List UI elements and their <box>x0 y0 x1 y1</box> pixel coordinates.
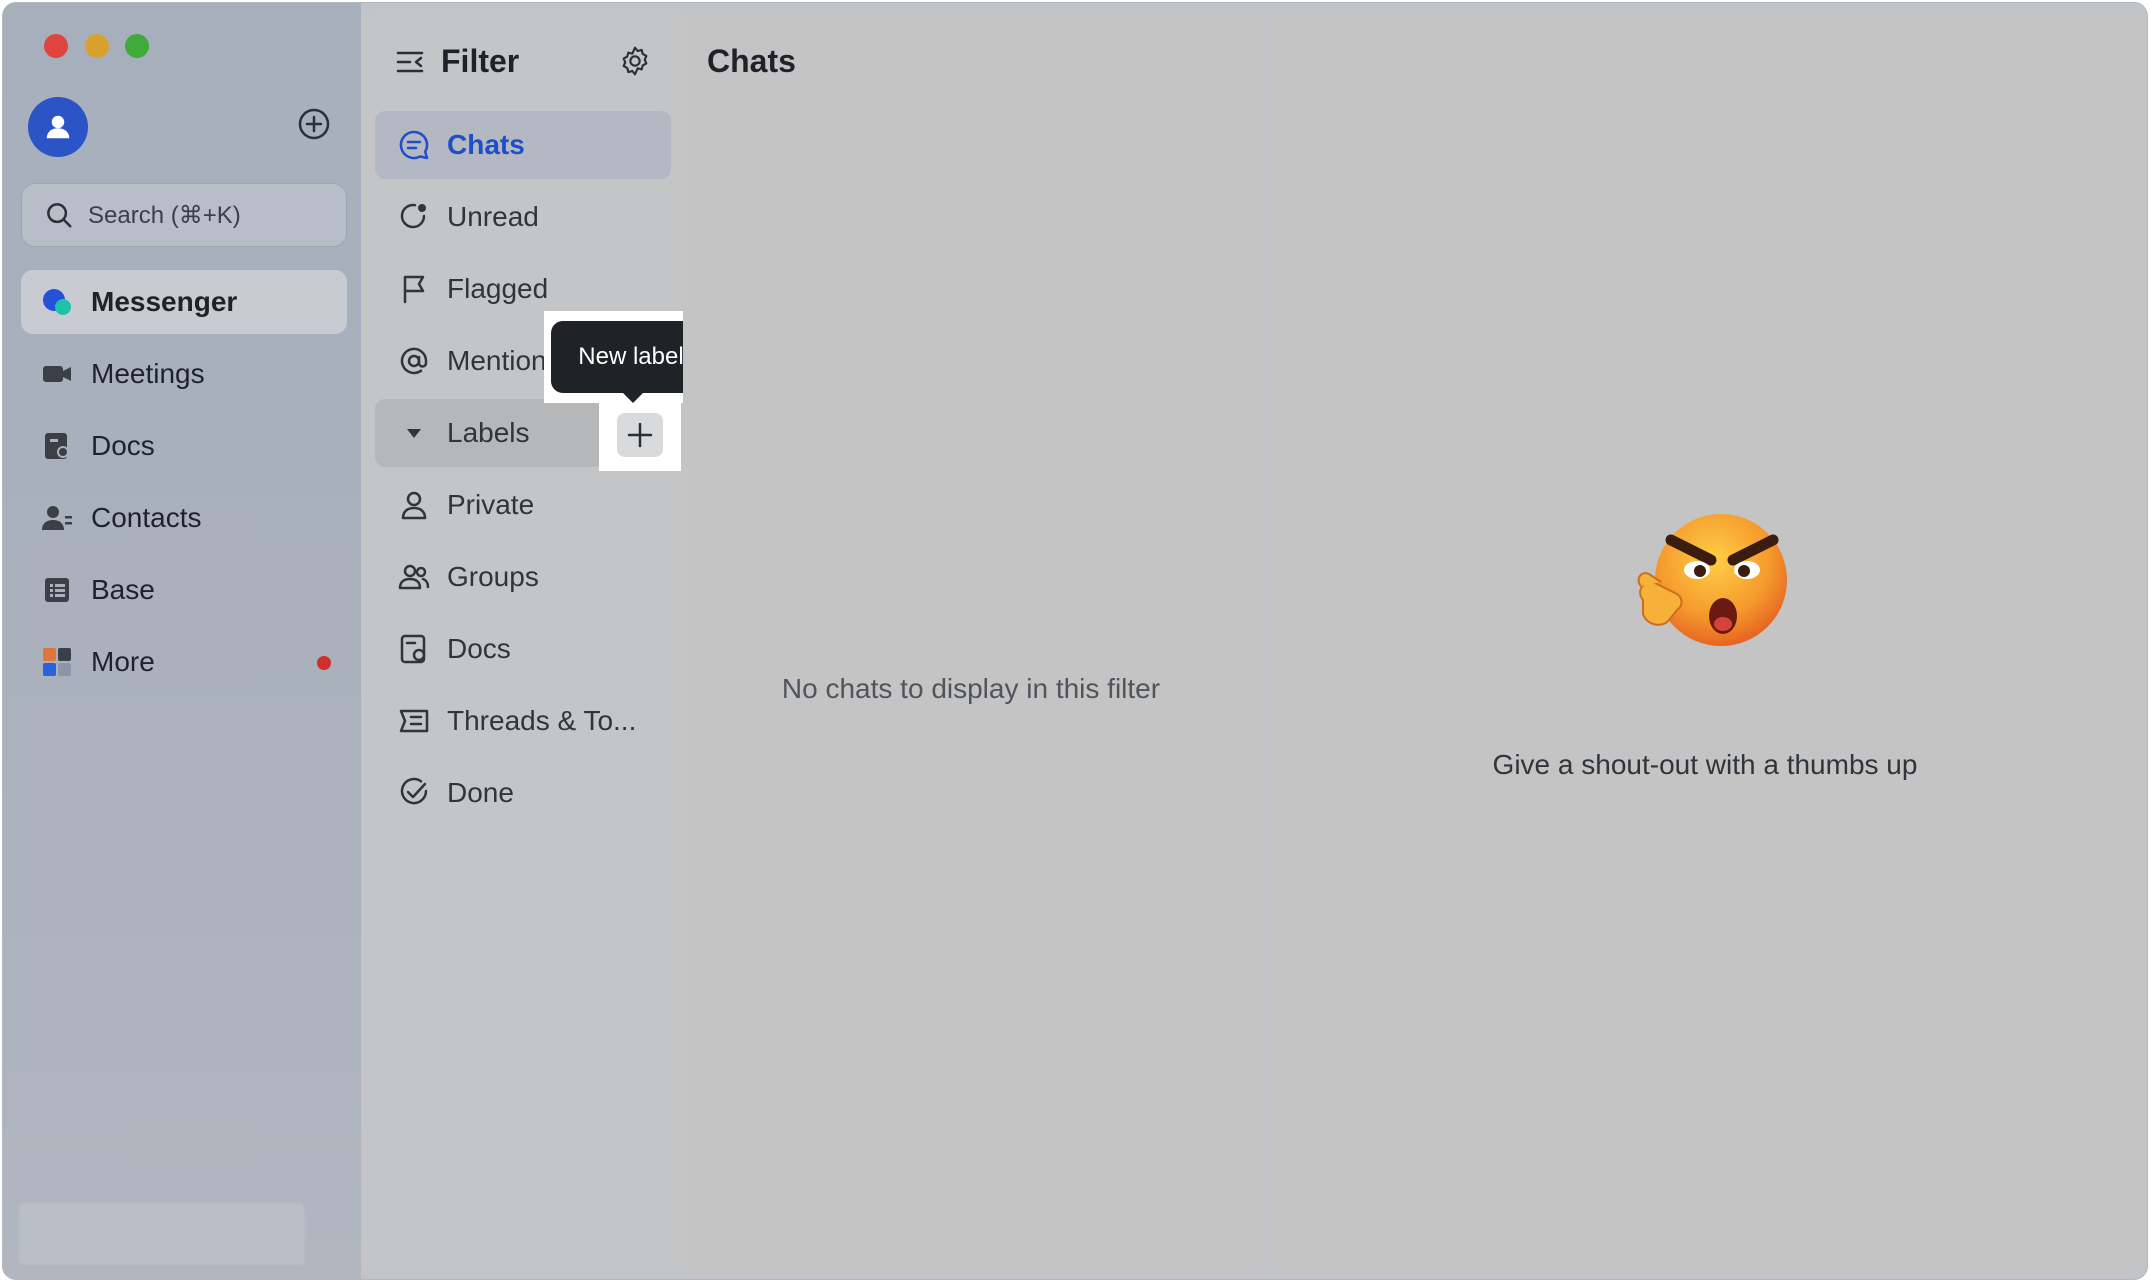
video-camera-icon <box>41 358 73 390</box>
empty-state-message: No chats to display in this filter <box>781 673 1161 704</box>
nav-item-more[interactable]: More <box>21 630 347 694</box>
person-icon <box>397 488 431 522</box>
filter-item-unread[interactable]: Unread <box>375 183 671 251</box>
notification-dot <box>317 656 331 670</box>
filter-item-private[interactable]: Private <box>375 471 671 539</box>
nav-item-meetings[interactable]: Meetings <box>21 342 347 406</box>
caret-down-icon <box>397 416 431 450</box>
nav-item-contacts[interactable]: Contacts <box>21 486 347 550</box>
threads-icon <box>397 704 431 738</box>
unread-icon <box>397 200 431 234</box>
filter-label: Groups <box>447 561 539 592</box>
filter-label: Labels <box>447 417 530 448</box>
filter-label: Threads & To... <box>447 705 637 736</box>
detail-panel: Give a shout-out with a thumbs up <box>1271 13 2139 1271</box>
search-icon <box>47 203 72 228</box>
shout-out-message: Give a shout-out with a thumbs up <box>1492 749 1918 780</box>
filter-item-chats[interactable]: Chats <box>375 111 671 179</box>
filter-settings-button[interactable] <box>617 43 653 79</box>
plus-circle-icon <box>298 108 330 140</box>
contacts-icon <box>41 502 73 534</box>
filter-header: Filter <box>395 43 519 80</box>
filter-item-labels[interactable]: Labels <box>375 399 681 471</box>
chats-title: Chats <box>707 43 796 79</box>
minimize-window-button[interactable] <box>85 34 109 58</box>
base-icon <box>41 574 73 606</box>
new-label-button[interactable] <box>599 399 681 471</box>
new-label-button-inner[interactable] <box>617 413 663 457</box>
nav-item-messenger[interactable]: Messenger <box>21 270 347 334</box>
chat-bubble-icon <box>397 128 431 162</box>
angry-thumbs-emoji-icon <box>1637 514 1787 646</box>
blurred-footer <box>19 1203 305 1265</box>
filter-item-groups[interactable]: Groups <box>375 543 671 611</box>
create-button[interactable] <box>296 106 332 142</box>
nav-label: Meetings <box>91 358 205 389</box>
nav-label: Messenger <box>91 286 238 317</box>
nav-label: Base <box>91 574 155 605</box>
groups-icon <box>397 560 431 594</box>
filter-panel: Filter Chats Unread Flagged Mention Labe… <box>363 13 683 1271</box>
search-input[interactable]: Search (⌘+K) <box>21 183 347 247</box>
nav-label: More <box>91 646 155 677</box>
filter-item-docs[interactable]: Docs <box>375 615 671 683</box>
filter-label: Chats <box>447 129 525 160</box>
docs-icon <box>41 430 73 462</box>
filter-label: Unread <box>447 201 539 232</box>
filter-item-threads[interactable]: Threads & To... <box>375 687 671 755</box>
chats-panel: Chats No chats to display in this filter <box>683 13 1259 1271</box>
filter-label: Mention <box>447 345 547 376</box>
search-placeholder: Search (⌘+K) <box>88 201 241 229</box>
nav-item-docs[interactable]: Docs <box>21 414 347 478</box>
filter-label: Docs <box>447 633 511 664</box>
messenger-icon <box>41 286 73 318</box>
close-window-button[interactable] <box>44 34 68 58</box>
filter-item-done[interactable]: Done <box>375 759 671 827</box>
filter-label: Done <box>447 777 514 808</box>
flag-icon <box>397 272 431 306</box>
more-apps-icon <box>41 646 73 678</box>
nav-label: Contacts <box>91 502 202 533</box>
nav-item-base[interactable]: Base <box>21 558 347 622</box>
user-icon <box>46 115 70 139</box>
left-nav: Search (⌘+K) Messenger Meetings Docs Con… <box>3 3 361 1279</box>
nav-label: Docs <box>91 430 155 461</box>
filter-label: Private <box>447 489 535 520</box>
plus-icon <box>627 422 653 448</box>
app-window: Search (⌘+K) Messenger Meetings Docs Con… <box>2 2 2148 1280</box>
zoom-window-button[interactable] <box>125 34 149 58</box>
filter-label: Flagged <box>447 273 549 304</box>
gear-icon <box>622 46 648 76</box>
filter-title: Filter <box>441 43 520 79</box>
done-icon <box>397 776 431 810</box>
at-icon <box>397 344 431 378</box>
doc-icon <box>397 632 431 666</box>
shout-out-emoji <box>1621 508 1801 658</box>
collapse-filter-icon[interactable] <box>395 47 425 77</box>
avatar[interactable] <box>28 97 88 157</box>
